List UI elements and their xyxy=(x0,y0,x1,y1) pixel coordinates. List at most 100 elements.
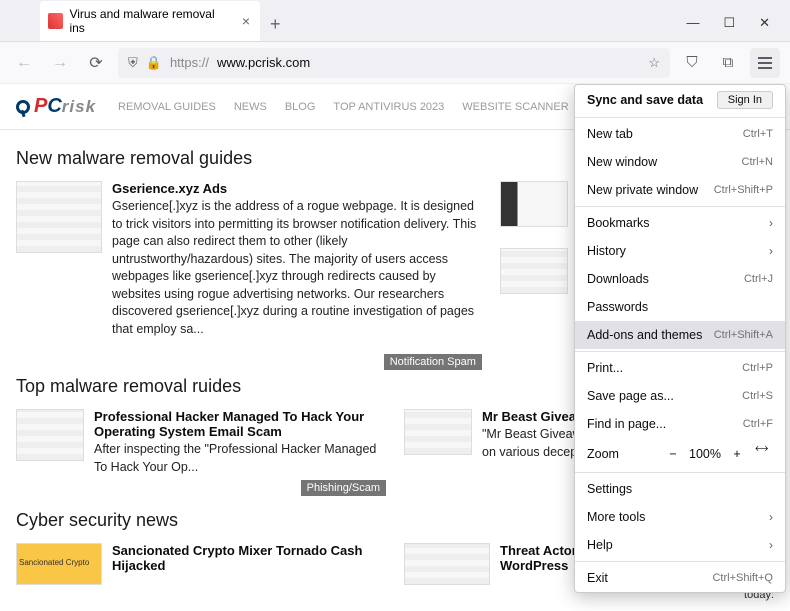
menu-shortcut: Ctrl+N xyxy=(742,156,773,168)
menu-new-window[interactable]: New window Ctrl+N xyxy=(575,148,785,176)
menu-shortcut: Ctrl+P xyxy=(742,362,773,374)
app-menu-panel: Sync and save data Sign In New tab Ctrl+T… xyxy=(574,84,786,593)
menu-new-tab[interactable]: New tab Ctrl+T xyxy=(575,120,785,148)
article-title: Gserience.xyz Ads xyxy=(112,181,482,196)
article-thumb: Threat Actors Active xyxy=(404,543,490,585)
url-host: www.pcrisk.com xyxy=(217,55,310,70)
menu-settings[interactable]: Settings xyxy=(575,475,785,503)
article-thumb xyxy=(16,409,84,461)
window-titlebar: Virus and malware removal ins × + — ☐ ✕ xyxy=(0,0,790,42)
menu-label: More tools xyxy=(587,510,645,524)
article-title: Sancionated Crypto Mixer Tornado Cash Hi… xyxy=(112,543,386,583)
menu-label: New tab xyxy=(587,127,633,141)
menu-label: Exit xyxy=(587,571,608,585)
app-menu-button[interactable] xyxy=(750,48,780,78)
article-title: Professional Hacker Managed To Hack Your… xyxy=(94,409,386,439)
menu-new-private-window[interactable]: New private window Ctrl+Shift+P xyxy=(575,176,785,204)
shield-icon: ⛨ xyxy=(128,55,138,71)
article-thumb xyxy=(500,248,568,294)
menu-bookmarks[interactable]: Bookmarks › xyxy=(575,209,785,237)
new-tab-button[interactable]: + xyxy=(270,14,281,35)
menu-shortcut: Ctrl+Shift+A xyxy=(714,329,773,341)
menu-label: History xyxy=(587,244,626,258)
chevron-right-icon: › xyxy=(769,510,773,524)
url-protocol: https:// xyxy=(170,55,209,70)
menu-more-tools[interactable]: More tools › xyxy=(575,503,785,531)
menu-save-page[interactable]: Save page as... Ctrl+S xyxy=(575,382,785,410)
browser-tab[interactable]: Virus and malware removal ins × xyxy=(40,1,260,41)
star-icon[interactable]: ☆ xyxy=(648,55,660,71)
nav-item[interactable]: TOP ANTIVIRUS 2023 xyxy=(333,101,444,113)
menu-label: Save page as... xyxy=(587,389,674,403)
menu-label: Print... xyxy=(587,361,623,375)
menu-label: New private window xyxy=(587,183,698,197)
tab-favicon xyxy=(48,13,63,29)
chevron-right-icon: › xyxy=(769,244,773,258)
article-thumb xyxy=(404,409,472,455)
minimize-button[interactable]: — xyxy=(686,15,699,31)
menu-zoom: Zoom − 100% + ⤢ xyxy=(575,438,785,470)
sign-in-button[interactable]: Sign In xyxy=(717,91,773,109)
menu-label: Bookmarks xyxy=(587,216,650,230)
menu-label: Zoom xyxy=(587,447,619,461)
tab-title: Virus and malware removal ins xyxy=(69,7,227,35)
menu-downloads[interactable]: Downloads Ctrl+J xyxy=(575,265,785,293)
menu-shortcut: Ctrl+T xyxy=(743,128,773,140)
reload-button[interactable]: ⟳ xyxy=(82,49,110,77)
article[interactable]: Sancionated Crypto Sancionated Crypto Mi… xyxy=(16,543,386,585)
menu-exit[interactable]: Exit Ctrl+Shift+Q xyxy=(575,564,785,592)
menu-label: Find in page... xyxy=(587,417,666,431)
menu-label: Sync and save data xyxy=(587,93,703,107)
article-thumb xyxy=(16,181,102,253)
category-tag[interactable]: Phishing/Scam xyxy=(301,480,386,496)
back-button[interactable]: ← xyxy=(10,49,38,77)
article[interactable]: Professional Hacker Managed To Hack Your… xyxy=(16,409,386,496)
menu-sync[interactable]: Sync and save data Sign In xyxy=(575,85,785,115)
menu-addons[interactable]: Add-ons and themes Ctrl+Shift+A xyxy=(575,321,785,349)
tracking-icon[interactable]: ⛉ xyxy=(678,49,706,77)
menu-label: Help xyxy=(587,538,613,552)
article-thumb: Sancionated Crypto xyxy=(16,543,102,585)
menu-shortcut: Ctrl+F xyxy=(743,418,773,430)
forward-button[interactable]: → xyxy=(46,49,74,77)
magnifier-icon xyxy=(16,100,30,114)
menu-shortcut: Ctrl+J xyxy=(744,273,773,285)
nav-item[interactable]: NEWS xyxy=(234,101,267,113)
menu-shortcut: Ctrl+Shift+P xyxy=(714,184,773,196)
nav-item[interactable]: WEBSITE SCANNER xyxy=(462,101,568,113)
menu-label: Passwords xyxy=(587,300,648,314)
extensions-icon[interactable]: ⧉ xyxy=(714,49,742,77)
chevron-right-icon: › xyxy=(769,538,773,552)
menu-find[interactable]: Find in page... Ctrl+F xyxy=(575,410,785,438)
zoom-value: 100% xyxy=(689,447,721,461)
menu-label: Add-ons and themes xyxy=(587,328,702,342)
zoom-out-button[interactable]: − xyxy=(663,444,683,464)
address-bar: ← → ⟳ ⛨ 🔒 https:// www.pcrisk.com ☆ ⛉ ⧉ xyxy=(0,42,790,84)
nav-item[interactable]: REMOVAL GUIDES xyxy=(118,101,216,113)
menu-shortcut: Ctrl+S xyxy=(742,390,773,402)
menu-label: New window xyxy=(587,155,657,169)
menu-history[interactable]: History › xyxy=(575,237,785,265)
category-tag[interactable]: Notification Spam xyxy=(384,354,482,370)
nav-item[interactable]: BLOG xyxy=(285,101,316,113)
article-thumb xyxy=(500,181,568,227)
menu-passwords[interactable]: Passwords xyxy=(575,293,785,321)
zoom-in-button[interactable]: + xyxy=(727,444,747,464)
article[interactable]: Gserience.xyz Ads Gserience[.]xyz is the… xyxy=(16,181,482,338)
article-text: Gserience[.]xyz is the address of a rogu… xyxy=(112,198,482,338)
lock-icon: 🔒 xyxy=(146,55,162,71)
close-window-button[interactable]: ✕ xyxy=(759,15,770,31)
url-input[interactable]: ⛨ 🔒 https:// www.pcrisk.com ☆ xyxy=(118,48,670,78)
close-icon[interactable]: × xyxy=(242,14,250,28)
fullscreen-button[interactable]: ⤢ xyxy=(749,440,777,468)
article-text: After inspecting the "Professional Hacke… xyxy=(94,441,386,476)
menu-shortcut: Ctrl+Shift+Q xyxy=(712,572,773,584)
site-nav: REMOVAL GUIDES NEWS BLOG TOP ANTIVIRUS 2… xyxy=(118,101,569,113)
site-logo[interactable]: PCrisk xyxy=(16,95,96,118)
menu-label: Downloads xyxy=(587,272,649,286)
chevron-right-icon: › xyxy=(769,216,773,230)
menu-help[interactable]: Help › xyxy=(575,531,785,559)
menu-print[interactable]: Print... Ctrl+P xyxy=(575,354,785,382)
maximize-button[interactable]: ☐ xyxy=(723,15,735,31)
menu-label: Settings xyxy=(587,482,632,496)
